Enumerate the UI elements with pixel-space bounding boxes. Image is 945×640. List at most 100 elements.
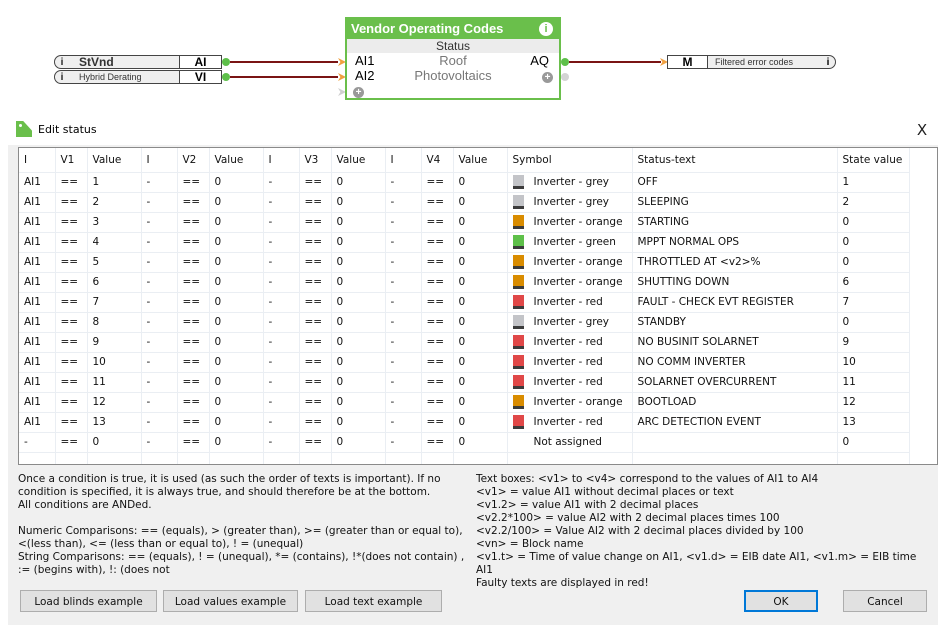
cell-operator-4[interactable]: == xyxy=(421,312,454,333)
column-header-value3[interactable]: Value xyxy=(331,148,386,173)
cell-input-4[interactable]: - xyxy=(385,312,422,333)
cell-symbol[interactable]: Inverter - red xyxy=(507,412,633,433)
cell-value-4[interactable]: 0 xyxy=(453,312,508,333)
cell-operator-4[interactable]: == xyxy=(421,372,454,393)
add-input-icon[interactable]: + xyxy=(353,87,364,98)
table-row[interactable]: AI1 == 12- == 0- == 0- == 0 Inverter - orange BOOT… xyxy=(19,392,910,413)
table-row[interactable]: AI1 == 11- == 0- == 0- == 0 Inverter - red SOLARNE… xyxy=(19,372,910,393)
cell-value-2[interactable]: 0 xyxy=(209,352,264,373)
cell-value-1[interactable]: 12 xyxy=(87,392,142,413)
cell-operator-3[interactable]: == xyxy=(299,372,332,393)
cell-status-text[interactable]: BOOTLOAD xyxy=(632,392,838,413)
cell-input-1[interactable]: AI1 xyxy=(19,292,56,313)
table-row[interactable]: AI1 == 6- == 0- == 0- == 0 Inverter - orange SHUTT… xyxy=(19,272,910,293)
cell-state-value[interactable]: 1 xyxy=(837,172,910,193)
cell-operator-1[interactable]: == xyxy=(55,412,88,433)
empty-cell[interactable] xyxy=(87,452,142,464)
cell-value-4[interactable]: 0 xyxy=(453,372,508,393)
cell-operator-1[interactable]: == xyxy=(55,232,88,253)
cell-state-value[interactable]: 11 xyxy=(837,372,910,393)
cell-input-2[interactable]: - xyxy=(141,412,178,433)
cell-operator-4[interactable]: == xyxy=(421,392,454,413)
column-header-v4[interactable]: V4 xyxy=(421,148,454,173)
cell-input-1[interactable]: AI1 xyxy=(19,272,56,293)
cell-value-4[interactable]: 0 xyxy=(453,212,508,233)
cell-input-4[interactable]: - xyxy=(385,212,422,233)
load-text-example-button[interactable]: Load text example xyxy=(305,590,442,612)
cell-operator-1[interactable]: == xyxy=(55,172,88,193)
table-row[interactable]: AI1 == 13- == 0- == 0- == 0 Inverter - red ARC DET… xyxy=(19,412,910,433)
cell-input-3[interactable]: - xyxy=(263,432,300,453)
table-row[interactable]: AI1 == 8- == 0- == 0- == 0 Inverter - grey STANDBY… xyxy=(19,312,910,333)
cell-status-text[interactable]: OFF xyxy=(632,172,838,193)
info-icon[interactable]: i xyxy=(821,57,835,68)
cell-status-text[interactable]: NO BUSINIT SOLARNET xyxy=(632,332,838,353)
cell-symbol[interactable]: Inverter - red xyxy=(507,332,633,353)
column-header-i3[interactable]: I xyxy=(263,148,300,173)
cell-value-2[interactable]: 0 xyxy=(209,172,264,193)
column-header-value2[interactable]: Value xyxy=(209,148,264,173)
cell-value-1[interactable]: 0 xyxy=(87,432,142,453)
cell-symbol[interactable]: Inverter - orange xyxy=(507,212,633,233)
close-icon[interactable]: X xyxy=(914,121,930,139)
cell-value-2[interactable]: 0 xyxy=(209,212,264,233)
cell-value-1[interactable]: 9 xyxy=(87,332,142,353)
cell-input-1[interactable]: AI1 xyxy=(19,212,56,233)
cell-value-2[interactable]: 0 xyxy=(209,432,264,453)
cell-value-1[interactable]: 2 xyxy=(87,192,142,213)
cell-state-value[interactable]: 7 xyxy=(837,292,910,313)
cell-value-1[interactable]: 13 xyxy=(87,412,142,433)
cell-status-text[interactable]: SLEEPING xyxy=(632,192,838,213)
column-header-v3[interactable]: V3 xyxy=(299,148,332,173)
cell-operator-3[interactable]: == xyxy=(299,192,332,213)
cell-operator-2[interactable]: == xyxy=(177,212,210,233)
cell-operator-1[interactable]: == xyxy=(55,212,88,233)
table-row[interactable]: AI1 == 2- == 0- == 0- == 0 Inverter - grey SLEEPIN… xyxy=(19,192,910,213)
cell-state-value[interactable]: 12 xyxy=(837,392,910,413)
connection-wire[interactable] xyxy=(230,61,338,63)
table-row[interactable]: AI1 == 3- == 0- == 0- == 0 Inverter - orange START… xyxy=(19,212,910,233)
cell-state-value[interactable]: 13 xyxy=(837,412,910,433)
cell-state-value[interactable]: 2 xyxy=(837,192,910,213)
cell-input-4[interactable]: - xyxy=(385,232,422,253)
column-header-i2[interactable]: I xyxy=(141,148,178,173)
cell-input-1[interactable]: AI1 xyxy=(19,172,56,193)
cell-input-2[interactable]: - xyxy=(141,272,178,293)
cell-value-3[interactable]: 0 xyxy=(331,352,386,373)
cell-input-2[interactable]: - xyxy=(141,292,178,313)
cell-operator-4[interactable]: == xyxy=(421,172,454,193)
cell-symbol[interactable]: Inverter - red xyxy=(507,292,633,313)
cell-operator-1[interactable]: == xyxy=(55,392,88,413)
cell-value-2[interactable]: 0 xyxy=(209,332,264,353)
cell-status-text[interactable]: SOLARNET OVERCURRENT xyxy=(632,372,838,393)
cell-value-3[interactable]: 0 xyxy=(331,392,386,413)
cell-input-1[interactable]: AI1 xyxy=(19,372,56,393)
status-table[interactable]: I V1 Value I V2 Value I V3 Value I V4 Value Symbol St… xyxy=(18,147,938,465)
info-icon[interactable]: i xyxy=(539,22,553,36)
cell-value-1[interactable]: 7 xyxy=(87,292,142,313)
table-row[interactable]: AI1 == 10- == 0- == 0- == 0 Inverter - red NO COMM… xyxy=(19,352,910,373)
cell-value-1[interactable]: 3 xyxy=(87,212,142,233)
cell-value-4[interactable]: 0 xyxy=(453,392,508,413)
cell-status-text[interactable]: SHUTTING DOWN xyxy=(632,272,838,293)
cell-status-text[interactable]: THROTTLED AT <v2>% xyxy=(632,252,838,273)
cell-operator-2[interactable]: == xyxy=(177,332,210,353)
connection-wire[interactable] xyxy=(569,61,661,63)
cell-value-4[interactable]: 0 xyxy=(453,432,508,453)
table-row[interactable]: AI1 == 9- == 0- == 0- == 0 Inverter - red NO BUSIN… xyxy=(19,332,910,353)
cell-operator-4[interactable]: == xyxy=(421,232,454,253)
cell-value-4[interactable]: 0 xyxy=(453,332,508,353)
cell-operator-1[interactable]: == xyxy=(55,332,88,353)
cell-operator-3[interactable]: == xyxy=(299,252,332,273)
column-header-value1[interactable]: Value xyxy=(87,148,142,173)
cancel-button[interactable]: Cancel xyxy=(843,590,927,612)
cell-value-1[interactable]: 1 xyxy=(87,172,142,193)
cell-input-4[interactable]: - xyxy=(385,252,422,273)
cell-input-1[interactable]: AI1 xyxy=(19,352,56,373)
cell-state-value[interactable]: 0 xyxy=(837,312,910,333)
cell-operator-4[interactable]: == xyxy=(421,352,454,373)
cell-state-value[interactable]: 9 xyxy=(837,332,910,353)
cell-operator-2[interactable]: == xyxy=(177,352,210,373)
cell-input-3[interactable]: - xyxy=(263,412,300,433)
cell-operator-3[interactable]: == xyxy=(299,172,332,193)
